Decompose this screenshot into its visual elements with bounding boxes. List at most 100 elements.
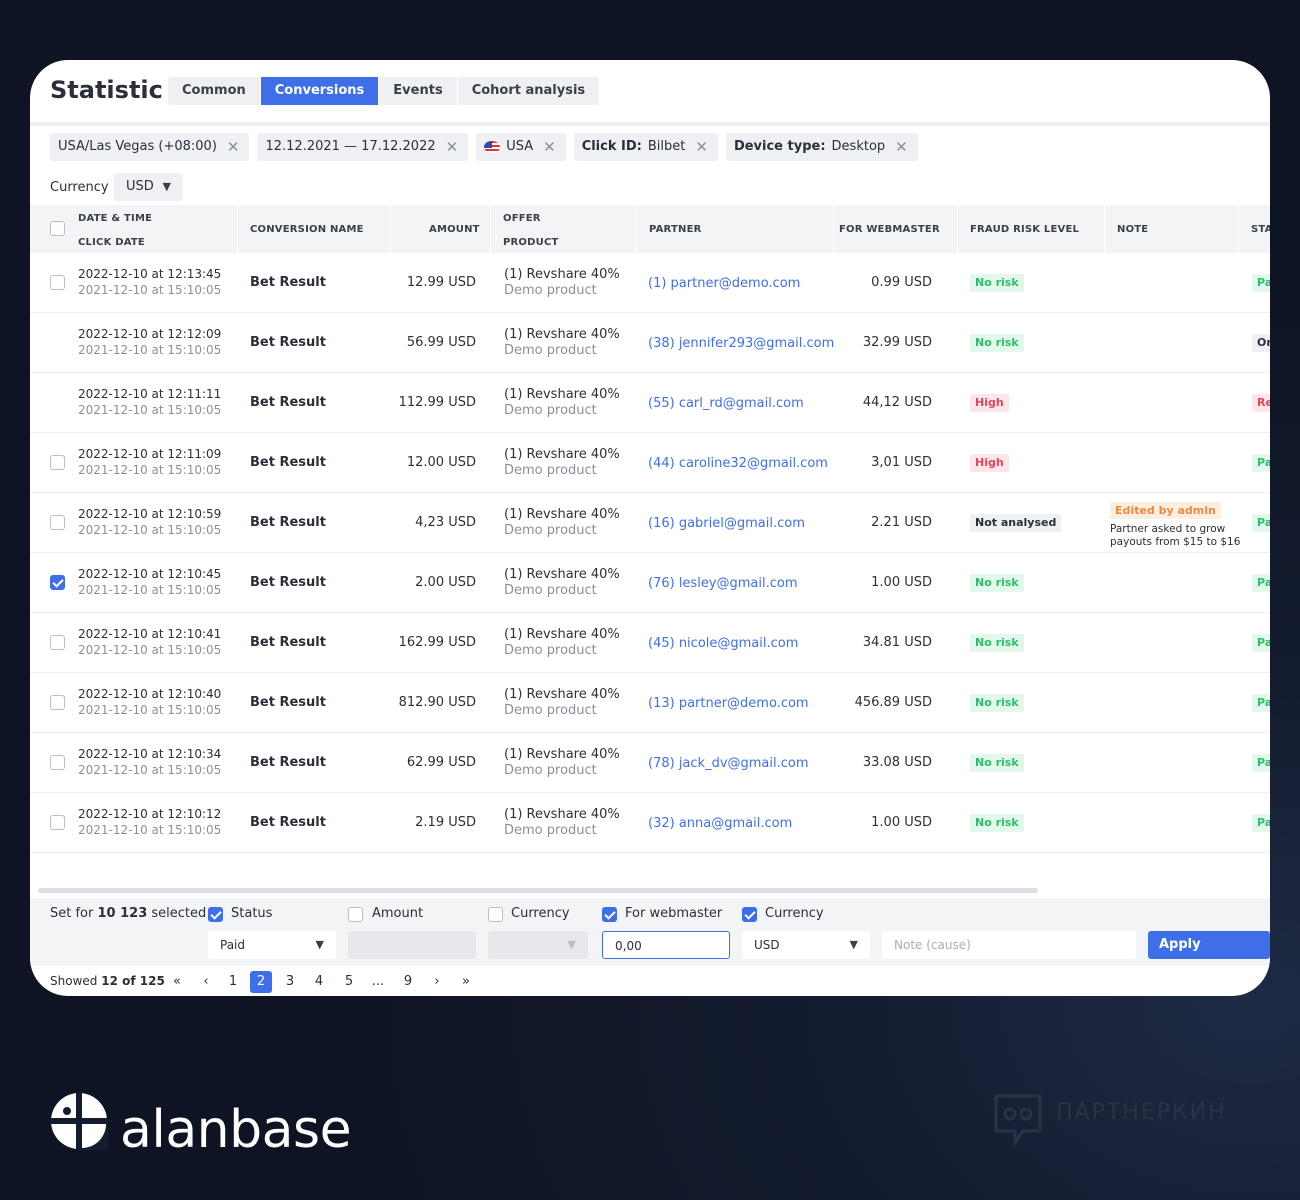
partner-link[interactable]: (16) gabriel@gmail.com — [648, 516, 805, 531]
table-row[interactable]: 2022-12-10 at 12:12:09 2021-12-10 at 15:1… — [30, 313, 1270, 373]
row-checkbox[interactable] — [50, 635, 65, 650]
status-badge[interactable]: Paid — [1252, 754, 1270, 772]
row-checkbox[interactable] — [50, 275, 65, 290]
status-badge[interactable]: Paid — [1252, 634, 1270, 652]
partner-link[interactable]: (78) jack_dv@gmail.com — [648, 756, 809, 771]
note-input[interactable]: Note (cause) — [882, 931, 1136, 959]
tab-conversions[interactable]: Conversions — [260, 77, 380, 105]
product: Demo product — [504, 703, 597, 718]
conversion-date: 2022-12-10 at 12:11:11 — [78, 387, 222, 401]
currency-select[interactable]: USD ▼ — [114, 173, 183, 201]
conversion-date: 2022-12-10 at 12:12:09 — [78, 327, 222, 341]
row-checkbox[interactable] — [50, 815, 65, 830]
partner-link[interactable]: (13) partner@demo.com — [648, 696, 809, 711]
prev-page-icon[interactable]: ‹ — [195, 971, 217, 993]
status-badge[interactable]: Paid — [1252, 574, 1270, 592]
table-row[interactable]: 2022-12-10 at 12:10:34 2021-12-10 at 15:1… — [30, 733, 1270, 793]
page-link-9[interactable]: 9 — [397, 971, 419, 993]
close-icon[interactable]: ✕ — [543, 133, 556, 161]
partner-link[interactable]: (32) anna@gmail.com — [648, 816, 792, 831]
row-checkbox[interactable] — [50, 575, 65, 590]
row-checkbox[interactable] — [50, 755, 65, 770]
first-page-icon[interactable]: « — [166, 971, 188, 993]
filter-click-id[interactable]: Click ID: Bilbet ✕ — [573, 133, 718, 161]
col-fraud-risk-level[interactable]: FRAUD RISK LEVEL — [970, 224, 1079, 235]
filter-date-range[interactable]: 12.12.2021 — 17.12.2022 ✕ — [257, 133, 469, 161]
currency-checkbox[interactable] — [488, 907, 503, 922]
offer: (1) Revshare 40% — [504, 807, 620, 822]
col-note[interactable]: NOTE — [1117, 224, 1148, 235]
row-checkbox[interactable] — [50, 695, 65, 710]
row-checkbox[interactable] — [50, 455, 65, 470]
partner-link[interactable]: (44) caroline32@gmail.com — [648, 456, 828, 471]
filter-timezone[interactable]: USA/Las Vegas (+08:00) ✕ — [50, 133, 250, 161]
status-badge[interactable]: Paid — [1252, 814, 1270, 832]
partner-link[interactable]: (1) partner@demo.com — [648, 276, 800, 291]
conversion-name: Bet Result — [250, 575, 326, 590]
table-row[interactable]: 2022-12-10 at 12:13:45 2021-12-10 at 15:1… — [30, 253, 1270, 313]
status-badge[interactable]: Re — [1252, 394, 1270, 412]
fraud-risk-badge: No risk — [970, 574, 1024, 592]
close-icon[interactable]: ✕ — [895, 133, 908, 161]
amount-input[interactable] — [348, 931, 476, 959]
close-icon[interactable]: ✕ — [446, 133, 459, 161]
table-row[interactable]: 2022-12-10 at 12:11:09 2021-12-10 at 15:1… — [30, 433, 1270, 493]
table-row[interactable]: 2022-12-10 at 12:11:11 2021-12-10 at 15:1… — [30, 373, 1270, 433]
partner-link[interactable]: (38) jennifer293@gmail.com — [648, 336, 834, 351]
tab-events[interactable]: Events — [379, 77, 458, 105]
row-checkbox[interactable] — [50, 515, 65, 530]
status-badge[interactable]: Paid — [1252, 694, 1270, 712]
table-row[interactable]: 2022-12-10 at 12:10:59 2021-12-10 at 15:1… — [30, 493, 1270, 553]
status-badge[interactable]: Paid — [1252, 514, 1270, 532]
fraud-risk-badge: No risk — [970, 634, 1024, 652]
status-checkbox[interactable] — [208, 907, 223, 922]
webmaster-currency-checkbox[interactable] — [742, 907, 757, 922]
partner-link[interactable]: (45) nicole@gmail.com — [648, 636, 798, 651]
currency-field-select[interactable]: ▼ — [488, 931, 588, 959]
status-badge[interactable]: Paid — [1252, 454, 1270, 472]
product: Demo product — [504, 523, 597, 538]
col-partner[interactable]: PARTNER — [649, 224, 702, 235]
table-row[interactable]: 2022-12-10 at 12:10:41 2021-12-10 at 15:1… — [30, 613, 1270, 673]
col-click-date[interactable]: CLICK DATE — [78, 237, 145, 248]
select-all-checkbox[interactable] — [50, 221, 65, 236]
close-icon[interactable]: ✕ — [695, 133, 708, 161]
for-webmaster-input[interactable]: 0,00 — [602, 931, 730, 959]
table-row[interactable]: 2022-12-10 at 12:10:40 2021-12-10 at 15:1… — [30, 673, 1270, 733]
filter-country[interactable]: USA ✕ — [476, 133, 566, 161]
tab-cohort-analysis[interactable]: Cohort analysis — [458, 77, 601, 105]
for-webmaster-amount: 32.99 USD — [862, 335, 932, 350]
last-page-icon[interactable]: » — [455, 971, 477, 993]
col-offer[interactable]: OFFER — [503, 213, 541, 224]
col-for-webmaster[interactable]: FOR WEBMASTER — [839, 224, 940, 235]
partner-link[interactable]: (55) carl_rd@gmail.com — [648, 396, 804, 411]
table-row[interactable]: 2022-12-10 at 12:10:12 2021-12-10 at 15:1… — [30, 793, 1270, 853]
status-badge[interactable]: Paid — [1252, 274, 1270, 292]
horizontal-scrollbar[interactable] — [38, 888, 1038, 893]
bulk-selection-label: Set for 10 123 selected — [50, 906, 206, 921]
partner-link[interactable]: (76) lesley@gmail.com — [648, 576, 798, 591]
table-row[interactable]: 2022-12-10 at 12:10:45 2021-12-10 at 15:1… — [30, 553, 1270, 613]
col-status[interactable]: STA — [1251, 224, 1270, 235]
col-conversion-name[interactable]: CONVERSION NAME — [250, 224, 364, 235]
col-amount[interactable]: AMOUNT — [429, 224, 480, 235]
click-date: 2021-12-10 at 15:10:05 — [78, 523, 222, 537]
page-link-5[interactable]: 5 — [338, 971, 360, 993]
for-webmaster-checkbox[interactable] — [602, 907, 617, 922]
page-link-3[interactable]: 3 — [279, 971, 301, 993]
status-select[interactable]: Paid ▼ — [208, 931, 336, 959]
webmaster-currency-select[interactable]: USD ▼ — [742, 931, 870, 959]
next-page-icon[interactable]: › — [426, 971, 448, 993]
col-product[interactable]: PRODUCT — [503, 237, 559, 248]
close-icon[interactable]: ✕ — [227, 133, 240, 161]
status-badge[interactable]: On — [1252, 334, 1270, 352]
filter-device-type[interactable]: Device type: Desktop ✕ — [725, 133, 918, 161]
page-link-2[interactable]: 2 — [250, 971, 272, 993]
apply-changes-button[interactable]: Apply changes — [1148, 931, 1270, 980]
amount-checkbox[interactable] — [348, 907, 363, 922]
col-date-time[interactable]: DATE & TIME — [78, 213, 152, 224]
chevron-down-icon: ▼ — [567, 938, 576, 951]
tab-common[interactable]: Common — [168, 77, 261, 105]
page-link-4[interactable]: 4 — [308, 971, 330, 993]
page-link-1[interactable]: 1 — [222, 971, 244, 993]
